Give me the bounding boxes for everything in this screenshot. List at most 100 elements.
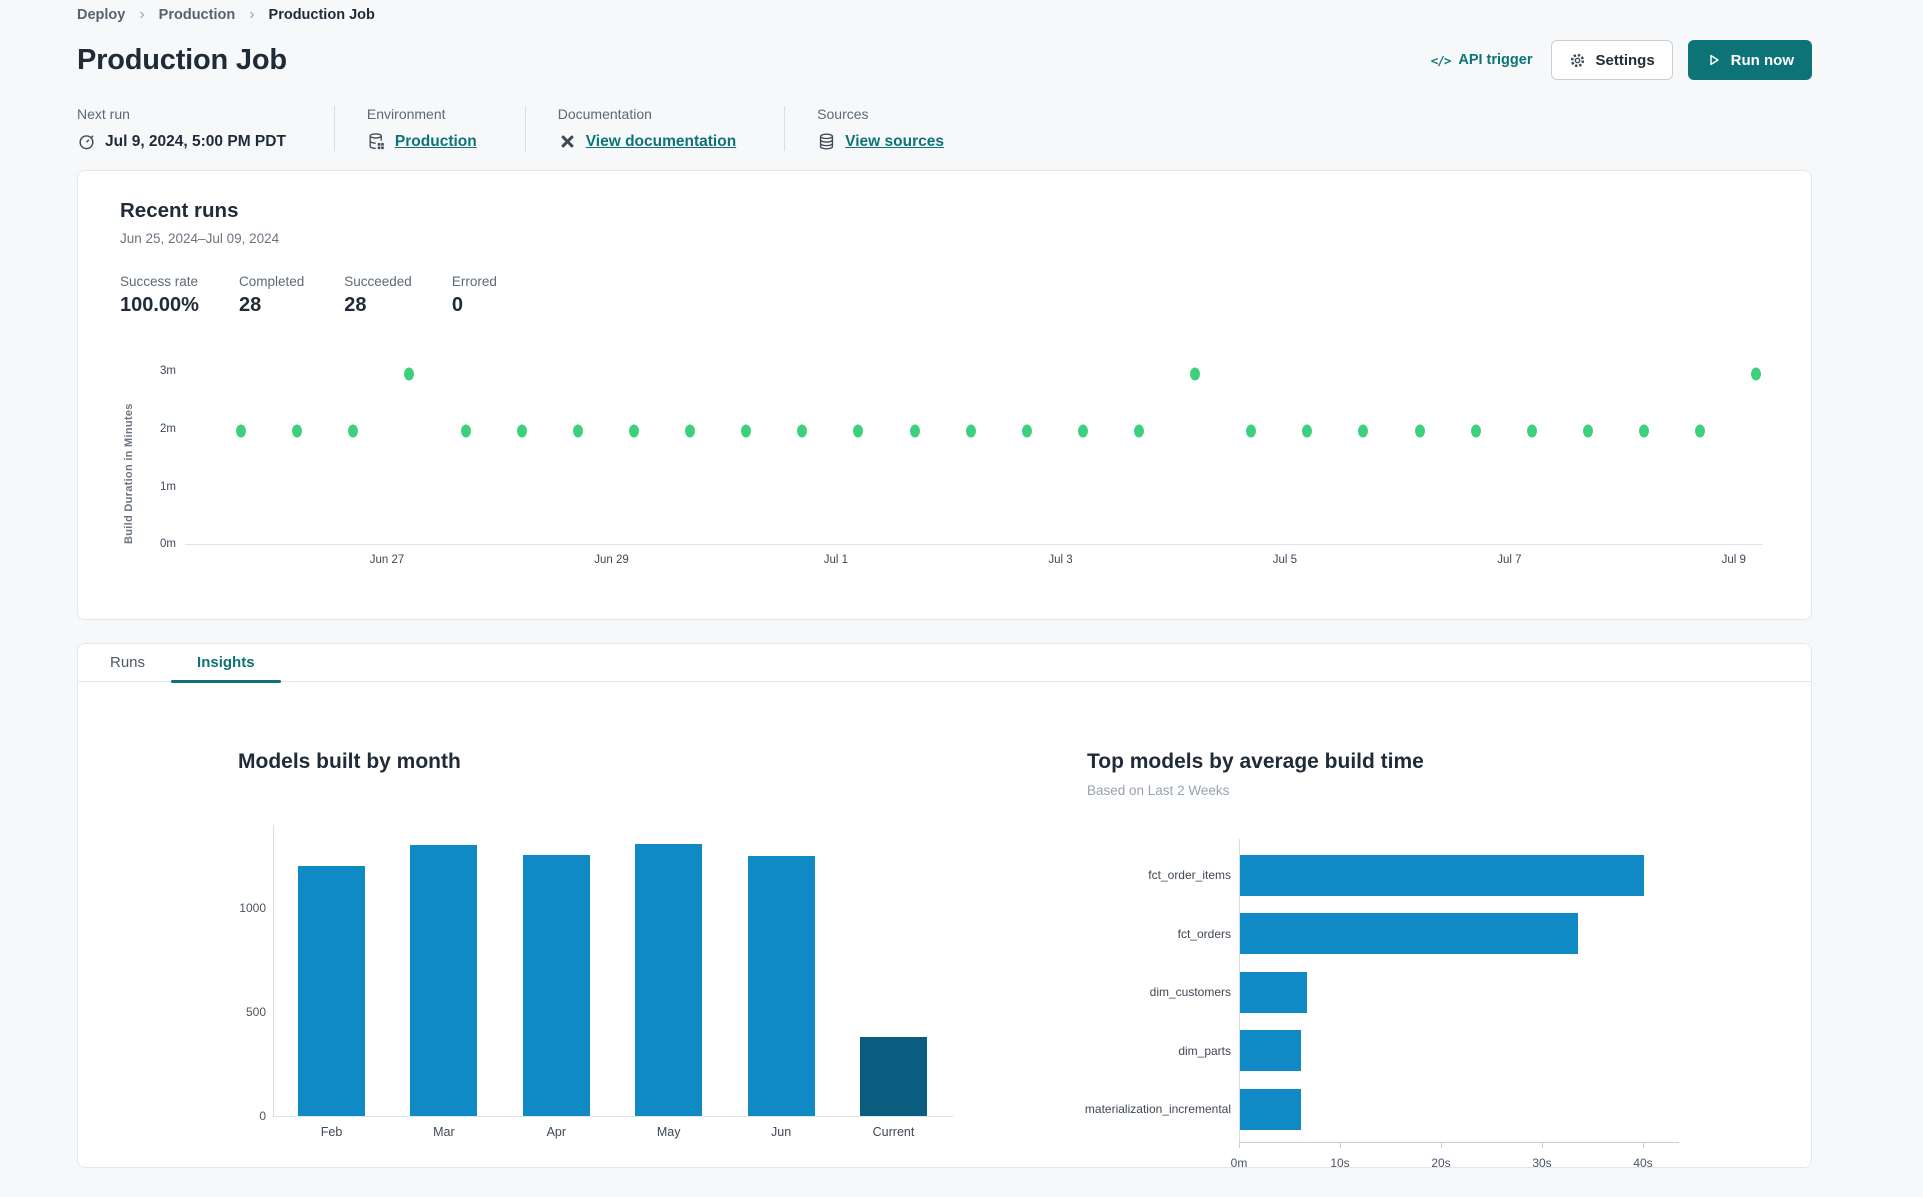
- models-built-chart: Models built by month 0 500 1000 Feb Mar Apr M…: [238, 749, 998, 1139]
- run-dot[interactable]: [516, 424, 527, 438]
- run-dot[interactable]: [853, 424, 864, 438]
- settings-label: Settings: [1595, 51, 1655, 69]
- run-dot[interactable]: [236, 424, 247, 438]
- build-time-chart-plot: fct_order_items fct_orders dim_customers di…: [1085, 839, 1747, 1170]
- x-tick-label: Jun 29: [594, 554, 629, 566]
- month-bar: [298, 865, 365, 1116]
- x-tick-label: 40s: [1633, 1156, 1653, 1170]
- run-dot[interactable]: [1021, 424, 1032, 438]
- y-tick-label: 3m: [160, 365, 176, 378]
- run-dot[interactable]: [572, 424, 583, 438]
- tab-insights[interactable]: Insights: [171, 644, 281, 683]
- run-now-label: Run now: [1730, 51, 1794, 69]
- view-sources-link[interactable]: View sources: [845, 133, 944, 151]
- database-icon: [817, 132, 836, 151]
- y-tick-label: 1m: [160, 480, 176, 493]
- breadcrumb-deploy[interactable]: Deploy: [77, 7, 125, 23]
- breadcrumb-production[interactable]: Production: [159, 7, 236, 23]
- run-now-button[interactable]: Run now: [1687, 40, 1812, 80]
- model-bar: [1240, 1088, 1301, 1130]
- run-dot[interactable]: [1077, 424, 1088, 438]
- run-dot[interactable]: [1526, 424, 1537, 438]
- sources-cell: Sources View sources: [784, 106, 992, 151]
- next-run-text: Jul 9, 2024, 5:00 PM PDT: [105, 132, 286, 150]
- top-models-chart: Top models by average build time Based o…: [1085, 749, 1747, 1170]
- y-tick-label: 0: [259, 1109, 266, 1123]
- x-tick-label: Jul 3: [1048, 554, 1073, 566]
- model-bar: [1240, 913, 1579, 955]
- run-dot[interactable]: [1695, 424, 1706, 438]
- x-tick-label: Apr: [546, 1125, 567, 1139]
- x-tick-label: Jul 9: [1721, 554, 1746, 566]
- environment-label: Environment: [366, 106, 446, 122]
- model-name-label: fct_orders: [1177, 926, 1231, 941]
- run-dot[interactable]: [1190, 367, 1201, 381]
- x-tick-label: Jun: [771, 1125, 792, 1139]
- y-tick-label: 0m: [160, 538, 176, 550]
- stat-label: Success rate: [120, 274, 199, 289]
- tab-runs[interactable]: Runs: [84, 644, 171, 681]
- run-dot[interactable]: [1582, 424, 1593, 438]
- recent-runs-stats: Success rate 100.00% Completed 28 Succee…: [120, 274, 1761, 317]
- page: Deploy › Production › Production Job Pro…: [77, 0, 1812, 1170]
- x-tick-label: Jul 1: [823, 554, 849, 566]
- x-tick-mark: [1542, 1143, 1543, 1148]
- stat-value: 28: [238, 294, 262, 316]
- run-dot[interactable]: [1358, 424, 1369, 438]
- run-dot[interactable]: [741, 424, 752, 438]
- stat-errored: Errored 0: [452, 274, 497, 317]
- run-dot[interactable]: [1414, 424, 1425, 438]
- x-tick-mark: [1239, 1143, 1240, 1148]
- x-tick-label: 0m: [1230, 1156, 1248, 1170]
- run-dot[interactable]: [460, 424, 471, 438]
- page-header: Production Job </> API trigger Settings …: [77, 38, 1812, 82]
- stat-value: 100.00%: [120, 294, 199, 316]
- model-name-label: dim_customers: [1149, 985, 1231, 1000]
- recent-runs-date-range: Jun 25, 2024–Jul 09, 2024: [120, 231, 280, 246]
- next-run-cell: Next run Jul 9, 2024, 5:00 PM PDT: [77, 106, 334, 151]
- run-dot[interactable]: [628, 424, 639, 438]
- run-dot[interactable]: [1302, 424, 1313, 438]
- x-tick-label: 20s: [1431, 1156, 1451, 1170]
- stat-value: 28: [344, 294, 367, 316]
- run-dot[interactable]: [909, 424, 920, 438]
- header-actions: </> API trigger Settings Run now: [1431, 40, 1812, 80]
- x-tick-mark: [1340, 1143, 1341, 1148]
- view-documentation-link[interactable]: View documentation: [586, 133, 736, 151]
- run-dot[interactable]: [797, 424, 808, 438]
- stat-completed: Completed 28: [239, 274, 304, 317]
- chevron-right-icon: ›: [249, 6, 255, 23]
- breadcrumb-current: Production Job: [268, 7, 375, 23]
- environment-link[interactable]: Production: [395, 133, 477, 151]
- run-dot[interactable]: [1134, 424, 1145, 438]
- month-bar: [635, 843, 703, 1116]
- x-tick-label: 30s: [1532, 1156, 1552, 1170]
- run-dot[interactable]: [1470, 424, 1481, 438]
- month-bar: [410, 844, 478, 1116]
- run-dot[interactable]: [1246, 424, 1257, 438]
- stat-value: 0: [451, 294, 463, 316]
- x-tick-mark: [1441, 1143, 1442, 1148]
- top-models-chart-subtitle: Based on Last 2 Weeks: [1087, 783, 1230, 798]
- stat-label: Completed: [238, 274, 305, 289]
- page-title: Production Job: [77, 43, 287, 76]
- next-run-label: Next run: [77, 106, 130, 122]
- run-dot[interactable]: [1751, 367, 1762, 381]
- api-trigger-link[interactable]: </> API trigger: [1431, 52, 1533, 68]
- sources-value: View sources: [817, 132, 944, 151]
- run-dot[interactable]: [348, 424, 359, 438]
- run-dot[interactable]: [685, 424, 696, 438]
- x-tick-label: Jul 7: [1497, 554, 1522, 566]
- stat-label: Errored: [451, 274, 497, 289]
- run-dot[interactable]: [965, 424, 976, 438]
- x-tick-label: May: [656, 1125, 681, 1139]
- model-bar: [1240, 1030, 1301, 1072]
- settings-button[interactable]: Settings: [1551, 40, 1673, 80]
- y-tick-label: 1000: [239, 901, 266, 916]
- run-dot[interactable]: [292, 424, 303, 438]
- play-icon: [1706, 52, 1722, 68]
- recent-runs-title: Recent runs: [120, 199, 239, 222]
- run-dot[interactable]: [1639, 424, 1650, 438]
- run-dot[interactable]: [404, 367, 415, 381]
- x-tick-label: Jul 5: [1272, 554, 1298, 566]
